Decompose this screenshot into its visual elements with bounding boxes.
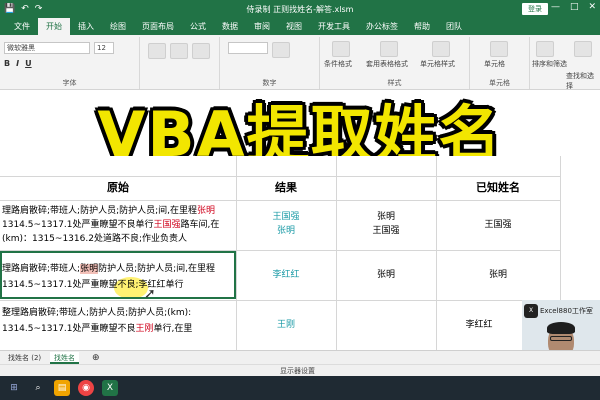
highlighted-name: 张明 (197, 206, 216, 216)
excel880-logo-icon: X (524, 304, 538, 318)
italic-button[interactable]: I (16, 59, 19, 68)
excel-taskbar-icon[interactable]: X (102, 380, 118, 396)
row1-original-line1[interactable]: 理路肩散碎;带班人;防护人员;防护人员;间,在里程张明 (2, 204, 215, 218)
font-size-box[interactable]: 12 (94, 42, 114, 54)
format-buttons: B I U (4, 59, 32, 68)
tab-office-tabs[interactable]: 办公标签 (358, 18, 406, 35)
ribbon: 微软雅黑 12 B I U 字体 数字 条件格式 套用表格格式 单元格样式 样式… (0, 35, 600, 90)
tab-help[interactable]: 帮助 (406, 18, 438, 35)
windows-start-icon[interactable]: ⊞ (6, 380, 22, 396)
align-left-icon[interactable] (148, 43, 166, 59)
row1-result-name-1[interactable]: 王国强 (236, 210, 336, 224)
studio-label: Excel880工作室 (540, 307, 593, 315)
grid-line (0, 300, 560, 301)
row1-result-name-2[interactable]: 张明 (236, 224, 336, 238)
overlay-title: VBA提取姓名 (97, 98, 503, 171)
wrap-text-icon[interactable] (192, 43, 210, 59)
sheet-tab-find-names-2[interactable]: 找姓名 (2) (4, 352, 45, 364)
text: 1314.5~1317.1处严重瞭望不良单行 (2, 220, 154, 230)
cell-styles-icon[interactable] (432, 41, 450, 57)
presenter-hair (547, 322, 575, 334)
row1-col3-name-2[interactable]: 王国强 (336, 224, 436, 238)
table-format-icon[interactable] (380, 41, 398, 57)
sort-filter-icon[interactable] (536, 41, 554, 57)
row3-original-line1[interactable]: 整理路肩散碎;带班人;防护人员;防护人员;(km): (2, 306, 191, 320)
tab-team[interactable]: 团队 (438, 18, 470, 35)
find-select-icon[interactable] (574, 41, 592, 57)
highlighted-name: 王国强 (153, 220, 181, 230)
status-bar: 显示器设置 (0, 364, 600, 376)
row3-known-name[interactable]: 李红红 (436, 318, 522, 332)
window-controls: — □ ✕ (551, 2, 596, 12)
underline-button[interactable]: U (25, 59, 32, 68)
text: 1314.5~1317.1处严重瞭望不良 (2, 324, 136, 334)
header-known-names[interactable]: 已知姓名 (436, 176, 560, 200)
tab-page-layout[interactable]: 页面布局 (134, 18, 182, 35)
taskbar: ⊞ ⌕ ▤ ◉ X (0, 376, 600, 400)
window-title: 侍录制 正则找姓名-解答.xlsm (246, 5, 354, 14)
cells-icon[interactable] (490, 41, 508, 57)
tab-insert[interactable]: 插入 (70, 18, 102, 35)
conditional-format-icon[interactable] (332, 41, 350, 57)
row2-result-name[interactable]: 李红红 (236, 268, 336, 282)
highlighted-name: 王刚 (135, 324, 154, 334)
row2-known-name[interactable]: 张明 (436, 268, 560, 282)
table-format-label[interactable]: 套用表格格式 (366, 59, 408, 69)
tab-view[interactable]: 视图 (278, 18, 310, 35)
tab-file[interactable]: 文件 (6, 18, 38, 35)
text: 路车间,在 (180, 220, 220, 230)
chrome-icon[interactable]: ◉ (78, 380, 94, 396)
row1-known-name[interactable]: 王国强 (436, 218, 560, 232)
tab-formulas[interactable]: 公式 (182, 18, 214, 35)
bold-button[interactable]: B (4, 59, 10, 68)
row1-col3-name-1[interactable]: 张明 (336, 210, 436, 224)
text: 理路肩散碎;带班人;防护人员;防护人员;间,在里程 (2, 206, 197, 216)
tab-data[interactable]: 数据 (214, 18, 246, 35)
styles-group: 条件格式 套用表格格式 单元格样式 样式 (320, 37, 470, 89)
row1-original-line2[interactable]: 1314.5~1317.1处严重瞭望不良单行王国强路车间,在 (2, 218, 219, 232)
sheet-tab-find-names[interactable]: 找姓名 (50, 352, 79, 364)
grid-line (560, 156, 561, 306)
cell-styles-label[interactable]: 单元格样式 (420, 59, 455, 69)
percent-icon[interactable] (272, 42, 290, 58)
number-group: 数字 (220, 37, 320, 89)
editing-group: 排序和筛选 查找和选择 (530, 37, 600, 90)
grid-line (0, 200, 560, 201)
close-button[interactable]: ✕ (588, 2, 596, 12)
tab-review[interactable]: 审阅 (246, 18, 278, 35)
tab-draw[interactable]: 绘图 (102, 18, 134, 35)
number-format-box[interactable] (228, 42, 268, 54)
row3-original-line2[interactable]: 1314.5~1317.1处严重瞭望不良王刚单行,在里 (2, 322, 192, 336)
mouse-cursor-icon: ➚ (144, 286, 156, 302)
tab-developer[interactable]: 开发工具 (310, 18, 358, 35)
presenter-glasses (550, 336, 572, 341)
cells-label[interactable]: 单元格 (484, 59, 505, 69)
font-name-box[interactable]: 微软雅黑 (4, 42, 90, 54)
conditional-format-label[interactable]: 条件格式 (324, 59, 352, 69)
cells-group: 单元格 单元格 (470, 37, 530, 89)
file-explorer-icon[interactable]: ▤ (54, 380, 70, 396)
ribbon-tabs: 文件 开始 插入 绘图 页面布局 公式 数据 审阅 视图 开发工具 办公标签 帮… (0, 18, 600, 35)
text: 单行,在里 (153, 324, 193, 334)
sheet-tabs-bar: 找姓名 (2) 找姓名 ⊕ (0, 350, 600, 364)
login-button[interactable]: 登录 (522, 3, 548, 15)
font-group: 微软雅黑 12 B I U 字体 (0, 37, 140, 89)
display-settings-label[interactable]: 显示器设置 (280, 366, 315, 376)
row2-col3-name[interactable]: 张明 (336, 268, 436, 282)
selected-cell-border (0, 251, 236, 299)
maximize-button[interactable]: □ (570, 2, 579, 12)
title-bar: 💾 ↶ ↷ 侍录制 正则找姓名-解答.xlsm 登录 — □ ✕ (0, 0, 600, 18)
header-original[interactable]: 原始 (0, 176, 236, 200)
sort-filter-label[interactable]: 排序和筛选 (532, 59, 567, 69)
tab-home[interactable]: 开始 (38, 18, 70, 35)
minimize-button[interactable]: — (551, 2, 560, 12)
search-icon[interactable]: ⌕ (30, 380, 46, 396)
header-result[interactable]: 结果 (236, 176, 336, 200)
row3-result-name[interactable]: 王刚 (236, 318, 336, 332)
align-center-icon[interactable] (170, 43, 188, 59)
add-sheet-icon[interactable]: ⊕ (88, 352, 104, 364)
grid-line (336, 156, 337, 350)
row1-original-line3[interactable]: (km)：1315~1316.2处道路不良;作业负责人 (2, 232, 187, 246)
alignment-group (140, 37, 220, 89)
